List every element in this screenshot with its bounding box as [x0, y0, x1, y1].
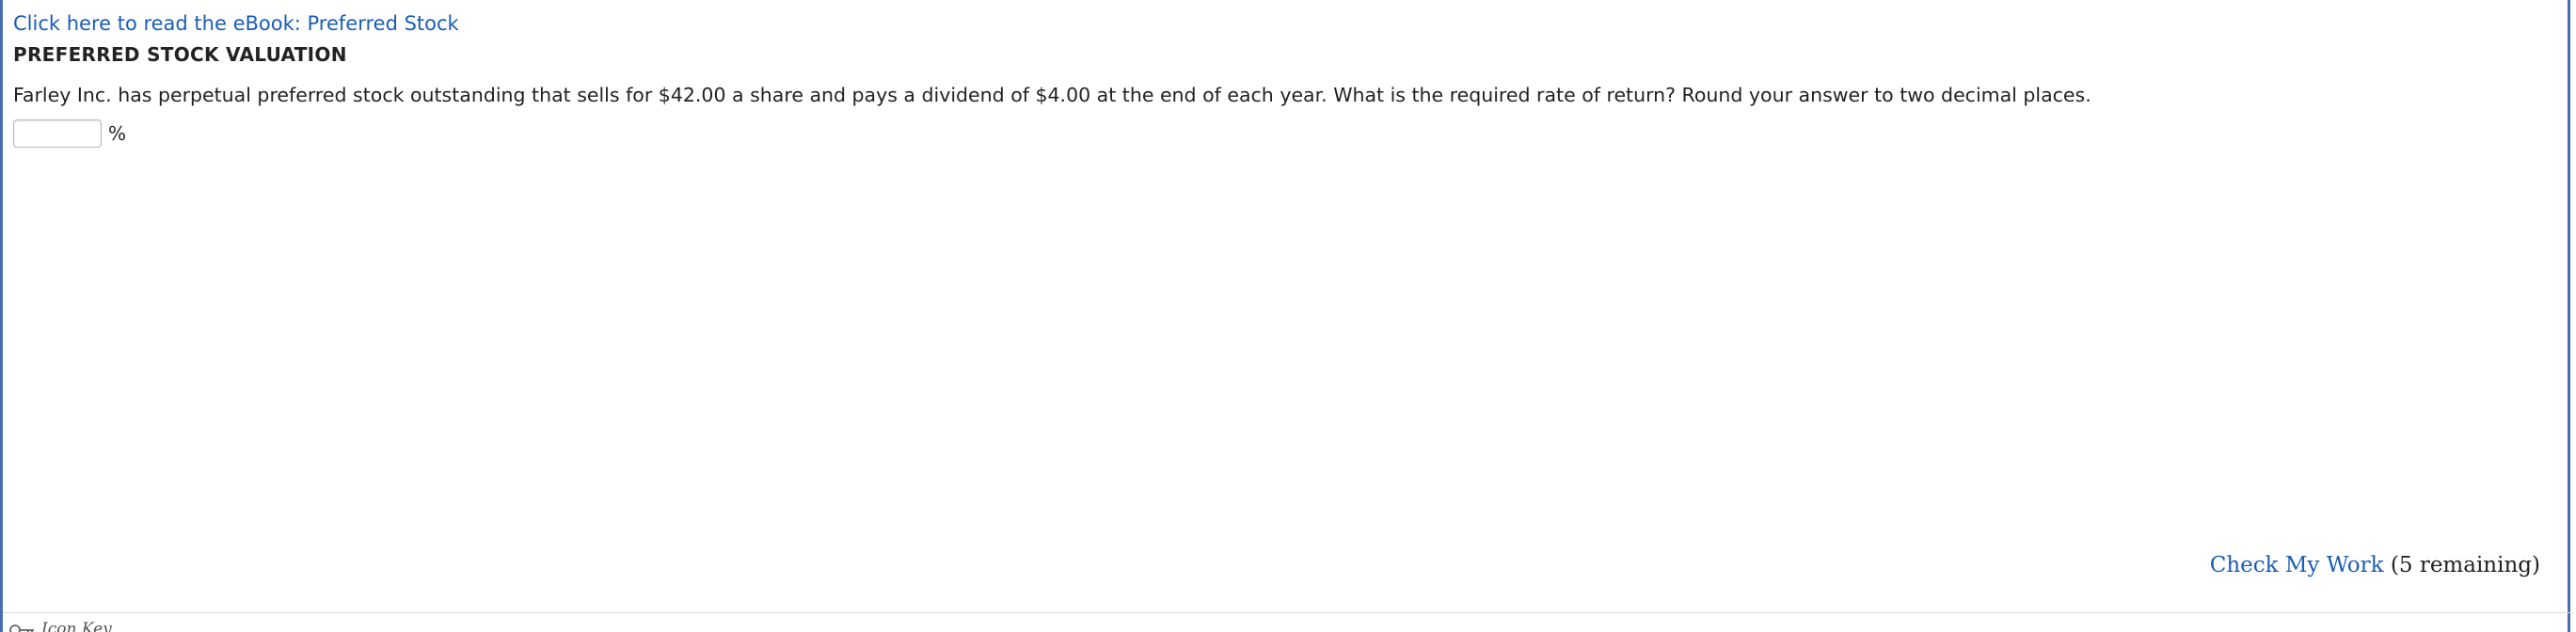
- ebook-link[interactable]: Click here to read the eBook: Preferred …: [13, 9, 459, 38]
- icon-key-label: Icon Key: [41, 620, 112, 632]
- check-my-work-row: Check My Work (5 remaining): [2210, 551, 2540, 579]
- answer-input[interactable]: [13, 119, 102, 148]
- icon-key-button[interactable]: Icon Key: [9, 620, 112, 632]
- footer-divider: [3, 612, 2573, 613]
- check-my-work-link[interactable]: Check My Work: [2210, 553, 2384, 577]
- problem-content: Click here to read the eBook: Preferred …: [13, 9, 2557, 148]
- question-text: Farley Inc. has perpetual preferred stoc…: [13, 84, 2091, 106]
- problem-title: PREFERRED STOCK VALUATION: [13, 43, 347, 66]
- percent-unit: %: [108, 122, 127, 145]
- answer-row: %: [13, 119, 2557, 148]
- attempts-remaining: (5 remaining): [2390, 553, 2540, 577]
- key-icon: [9, 623, 36, 632]
